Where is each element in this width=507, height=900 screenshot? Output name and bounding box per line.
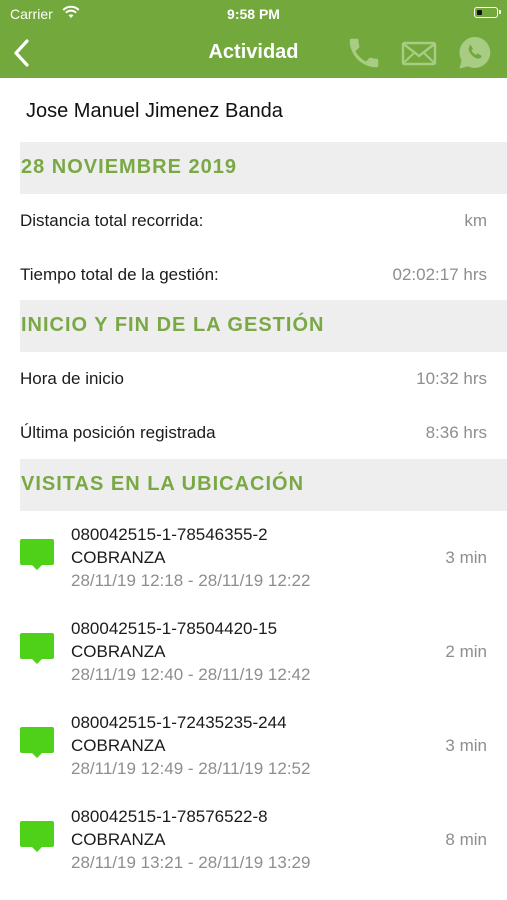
visit-duration: 3 min: [445, 736, 487, 755]
status-time: 9:58 PM: [227, 6, 280, 22]
visit-code: 080042515-1-78576522-8: [71, 807, 268, 826]
session-header-label: INICIO Y FIN DE LA GESTIÓN: [21, 314, 325, 336]
call-button[interactable]: [345, 34, 383, 72]
chat-bubble-icon: [20, 727, 54, 759]
visit-time-range: 28/11/19 12:40 - 28/11/19 12:42: [71, 665, 311, 684]
email-button[interactable]: [400, 34, 438, 72]
visit-code: 080042515-1-72435235-244: [71, 713, 287, 732]
visit-item[interactable]: 080042515-1-78546355-2 COBRANZA 28/11/19…: [20, 511, 487, 605]
distance-label: Distancia total recorrida:: [20, 211, 204, 230]
battery-level: [476, 9, 482, 15]
distance-value: km: [464, 211, 487, 230]
visit-type: COBRANZA: [71, 548, 166, 567]
start-time-label: Hora de inicio: [20, 369, 124, 388]
mail-icon: [401, 41, 437, 66]
visit-duration: 3 min: [445, 548, 487, 567]
visit-type: COBRANZA: [71, 736, 166, 755]
agent-name-row: Jose Manuel Jimenez Banda: [0, 78, 507, 142]
distance-row: Distancia total recorrida: km: [20, 194, 487, 248]
visit-duration: 2 min: [445, 642, 487, 661]
chat-bubble-icon: [20, 633, 54, 665]
last-position-value: 8:36 hrs: [425, 423, 487, 442]
last-position-row: Última posición registrada 8:36 hrs: [20, 406, 487, 460]
start-time-value: 10:32 hrs: [416, 369, 487, 388]
total-time-label: Tiempo total de la gestión:: [20, 265, 219, 284]
visit-type: COBRANZA: [71, 830, 166, 849]
total-time-row: Tiempo total de la gestión: 02:02:17 hrs: [20, 248, 487, 302]
visit-code: 080042515-1-78546355-2: [71, 525, 268, 544]
status-bar: Carrier 9:58 PM: [0, 0, 507, 28]
back-button[interactable]: [8, 36, 38, 70]
visit-code: 080042515-1-78504420-15: [71, 619, 278, 638]
visit-time-range: 28/11/19 12:18 - 28/11/19 12:22: [71, 571, 311, 590]
visit-item[interactable]: 080042515-1-78576522-8 COBRANZA 28/11/19…: [20, 793, 487, 887]
agent-name: Jose Manuel Jimenez Banda: [26, 100, 283, 122]
whatsapp-icon: [459, 37, 491, 69]
navigation-bar: Actividad: [0, 28, 507, 78]
phone-icon: [349, 38, 379, 68]
visit-item[interactable]: 080042515-1-72435235-244 COBRANZA 28/11/…: [20, 699, 487, 793]
visit-duration: 8 min: [445, 830, 487, 849]
total-time-value: 02:02:17 hrs: [392, 265, 487, 284]
chevron-left-icon: [14, 39, 29, 67]
whatsapp-button[interactable]: [456, 34, 494, 72]
battery-icon: [474, 7, 501, 18]
visits-header-label: VISITAS EN LA UBICACIÓN: [21, 473, 305, 495]
visit-time-range: 28/11/19 13:21 - 28/11/19 13:29: [71, 853, 311, 872]
visit-item[interactable]: 080042515-1-78504420-15 COBRANZA 28/11/1…: [20, 605, 487, 699]
date-section-header: 28 NOVIEMBRE 2019: [20, 142, 507, 194]
visits-section-header: VISITAS EN LA UBICACIÓN: [20, 459, 507, 511]
visit-time-range: 28/11/19 12:49 - 28/11/19 12:52: [71, 759, 311, 778]
session-section-header: INICIO Y FIN DE LA GESTIÓN: [20, 300, 507, 352]
chat-bubble-icon: [20, 821, 54, 853]
last-position-label: Última posición registrada: [20, 423, 216, 442]
visit-type: COBRANZA: [71, 642, 166, 661]
top-bar: Carrier 9:58 PM Actividad: [0, 0, 507, 78]
start-time-row: Hora de inicio 10:32 hrs: [20, 352, 487, 406]
date-header-label: 28 NOVIEMBRE 2019: [21, 156, 237, 178]
chat-bubble-icon: [20, 539, 54, 571]
